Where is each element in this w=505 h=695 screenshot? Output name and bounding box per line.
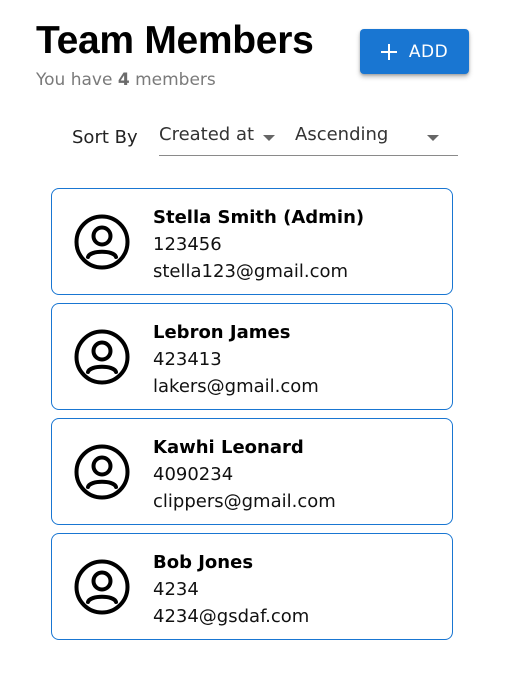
member-phone: 4090234 bbox=[153, 464, 234, 485]
member-card[interactable]: Lebron James 423413 lakers@gmail.com bbox=[51, 303, 453, 410]
account-circle-icon bbox=[74, 559, 130, 615]
account-circle-icon bbox=[74, 329, 130, 385]
add-member-button[interactable]: ADD bbox=[360, 29, 469, 74]
member-name: Kawhi Leonard bbox=[153, 437, 304, 458]
member-email: 4234@gsdaf.com bbox=[153, 606, 310, 627]
member-name: Stella Smith (Admin) bbox=[153, 207, 365, 228]
member-count: 4 bbox=[117, 70, 130, 90]
team-members-page: Team Members You have 4 members ADD Sort… bbox=[0, 0, 505, 695]
sort-by-label: Sort By bbox=[72, 127, 138, 148]
member-phone: 123456 bbox=[153, 234, 222, 255]
member-card[interactable]: Kawhi Leonard 4090234 clippers@gmail.com bbox=[51, 418, 453, 525]
member-card[interactable]: Stella Smith (Admin) 123456 stella123@gm… bbox=[51, 188, 453, 295]
member-name: Bob Jones bbox=[153, 552, 254, 573]
member-card[interactable]: Bob Jones 4234 4234@gsdaf.com bbox=[51, 533, 453, 640]
member-email: stella123@gmail.com bbox=[153, 261, 349, 282]
sort-field-select[interactable]: Created at bbox=[159, 122, 287, 156]
sort-order-value: Ascending bbox=[295, 124, 389, 145]
subtitle-suffix: members bbox=[135, 70, 216, 90]
plus-icon bbox=[380, 43, 397, 60]
member-list: Stella Smith (Admin) 123456 stella123@gm… bbox=[51, 188, 453, 648]
sort-field-value: Created at bbox=[159, 124, 255, 145]
member-email: lakers@gmail.com bbox=[153, 376, 319, 397]
subtitle-prefix: You have bbox=[36, 70, 113, 90]
account-circle-icon bbox=[74, 444, 130, 500]
chevron-down-icon bbox=[427, 135, 439, 141]
member-phone: 423413 bbox=[153, 349, 222, 370]
add-button-label: ADD bbox=[408, 41, 449, 62]
sort-order-select[interactable]: Ascending bbox=[287, 122, 458, 156]
account-circle-icon bbox=[74, 214, 130, 270]
member-email: clippers@gmail.com bbox=[153, 491, 336, 512]
member-name: Lebron James bbox=[153, 322, 291, 343]
member-phone: 4234 bbox=[153, 579, 199, 600]
member-count-subtitle: You have 4 members bbox=[36, 69, 216, 91]
chevron-down-icon bbox=[263, 135, 275, 141]
sort-field-underline bbox=[159, 155, 287, 156]
page-title: Team Members bbox=[36, 19, 314, 62]
